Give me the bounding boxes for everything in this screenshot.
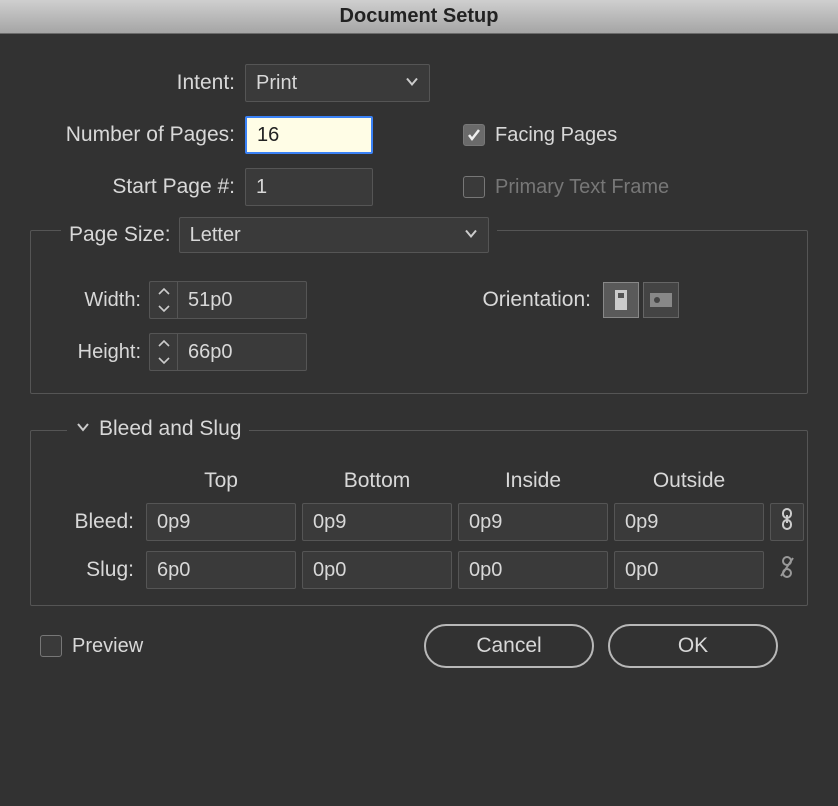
intent-select[interactable]: Print (245, 64, 430, 102)
chevron-up-icon[interactable] (150, 282, 177, 300)
slug-row: Slug: 6p0 0p0 0p0 0p0 (45, 551, 793, 589)
unlink-icon (779, 556, 795, 584)
primary-text-frame-checkbox (463, 176, 485, 198)
width-input[interactable]: 51p0 (177, 281, 307, 319)
intent-label: Intent: (30, 71, 245, 95)
width-stepper-buttons[interactable] (149, 281, 177, 319)
bleed-slug-fieldset: Bleed and Slug Top Bottom Inside Outside… (30, 430, 808, 606)
bleed-top-input[interactable]: 0p9 (146, 503, 296, 541)
number-pages-label: Number of Pages: (30, 123, 245, 147)
header-top: Top (146, 469, 296, 493)
height-input[interactable]: 66p0 (177, 333, 307, 371)
start-page-label: Start Page #: (30, 175, 245, 199)
height-label: Height: (49, 341, 149, 364)
primary-text-frame-label: Primary Text Frame (495, 176, 669, 199)
chevron-down-icon (464, 224, 478, 247)
window-titlebar: Document Setup (0, 0, 838, 34)
slug-outside-input[interactable]: 0p0 (614, 551, 764, 589)
page-size-value: Letter (190, 224, 241, 247)
dialog-footer: Preview Cancel OK (30, 606, 808, 668)
height-row: Height: 66p0 (49, 333, 789, 371)
disclosure-chevron-icon[interactable] (75, 417, 91, 441)
width-row: Width: 51p0 Orientation: (49, 281, 789, 319)
pages-row: Number of Pages: 16 Facing Pages (30, 116, 808, 154)
page-size-fieldset: Page Size: Letter Width: 51p0 Orientatio… (30, 230, 808, 394)
chevron-down-icon (405, 72, 419, 95)
bleed-row: Bleed: 0p9 0p9 0p9 0p9 (45, 503, 793, 541)
bleed-outside-input[interactable]: 0p9 (614, 503, 764, 541)
preview-checkbox-wrap[interactable]: Preview (40, 635, 143, 658)
window-title: Document Setup (340, 5, 499, 28)
intent-value: Print (256, 72, 297, 95)
page-size-select[interactable]: Letter (179, 217, 489, 253)
chevron-up-icon[interactable] (150, 334, 177, 352)
preview-checkbox[interactable] (40, 635, 62, 657)
header-inside: Inside (458, 469, 608, 493)
chevron-down-icon[interactable] (150, 300, 177, 318)
page-size-label: Page Size: (69, 223, 171, 247)
ok-button[interactable]: OK (608, 624, 778, 668)
bleed-link-button[interactable] (770, 503, 804, 541)
startpage-row: Start Page #: 1 Primary Text Frame (30, 168, 808, 206)
orientation-portrait-button[interactable] (603, 282, 639, 318)
chevron-down-icon[interactable] (150, 352, 177, 370)
slug-inside-input[interactable]: 0p0 (458, 551, 608, 589)
number-pages-input[interactable]: 16 (245, 116, 373, 154)
bleed-label: Bleed: (45, 510, 140, 534)
orientation-landscape-button[interactable] (643, 282, 679, 318)
primary-text-frame-checkbox-wrap: Primary Text Frame (463, 176, 669, 199)
slug-link-button[interactable] (770, 556, 804, 584)
intent-row: Intent: Print (30, 64, 808, 102)
header-outside: Outside (614, 469, 764, 493)
facing-pages-checkbox[interactable] (463, 124, 485, 146)
cancel-button[interactable]: Cancel (424, 624, 594, 668)
height-stepper[interactable]: 66p0 (149, 333, 307, 371)
bleed-slug-headers: Top Bottom Inside Outside (45, 469, 793, 493)
facing-pages-checkbox-wrap[interactable]: Facing Pages (463, 124, 617, 147)
orientation-label: Orientation: (482, 288, 603, 312)
bleed-inside-input[interactable]: 0p9 (458, 503, 608, 541)
slug-top-input[interactable]: 6p0 (146, 551, 296, 589)
preview-label: Preview (72, 635, 143, 658)
start-page-input[interactable]: 1 (245, 168, 373, 206)
header-bottom: Bottom (302, 469, 452, 493)
facing-pages-label: Facing Pages (495, 124, 617, 147)
slug-label: Slug: (45, 558, 140, 582)
bleed-slug-label: Bleed and Slug (99, 417, 241, 441)
link-icon (779, 508, 795, 536)
width-label: Width: (49, 289, 149, 312)
slug-bottom-input[interactable]: 0p0 (302, 551, 452, 589)
height-stepper-buttons[interactable] (149, 333, 177, 371)
width-stepper[interactable]: 51p0 (149, 281, 307, 319)
bleed-bottom-input[interactable]: 0p9 (302, 503, 452, 541)
